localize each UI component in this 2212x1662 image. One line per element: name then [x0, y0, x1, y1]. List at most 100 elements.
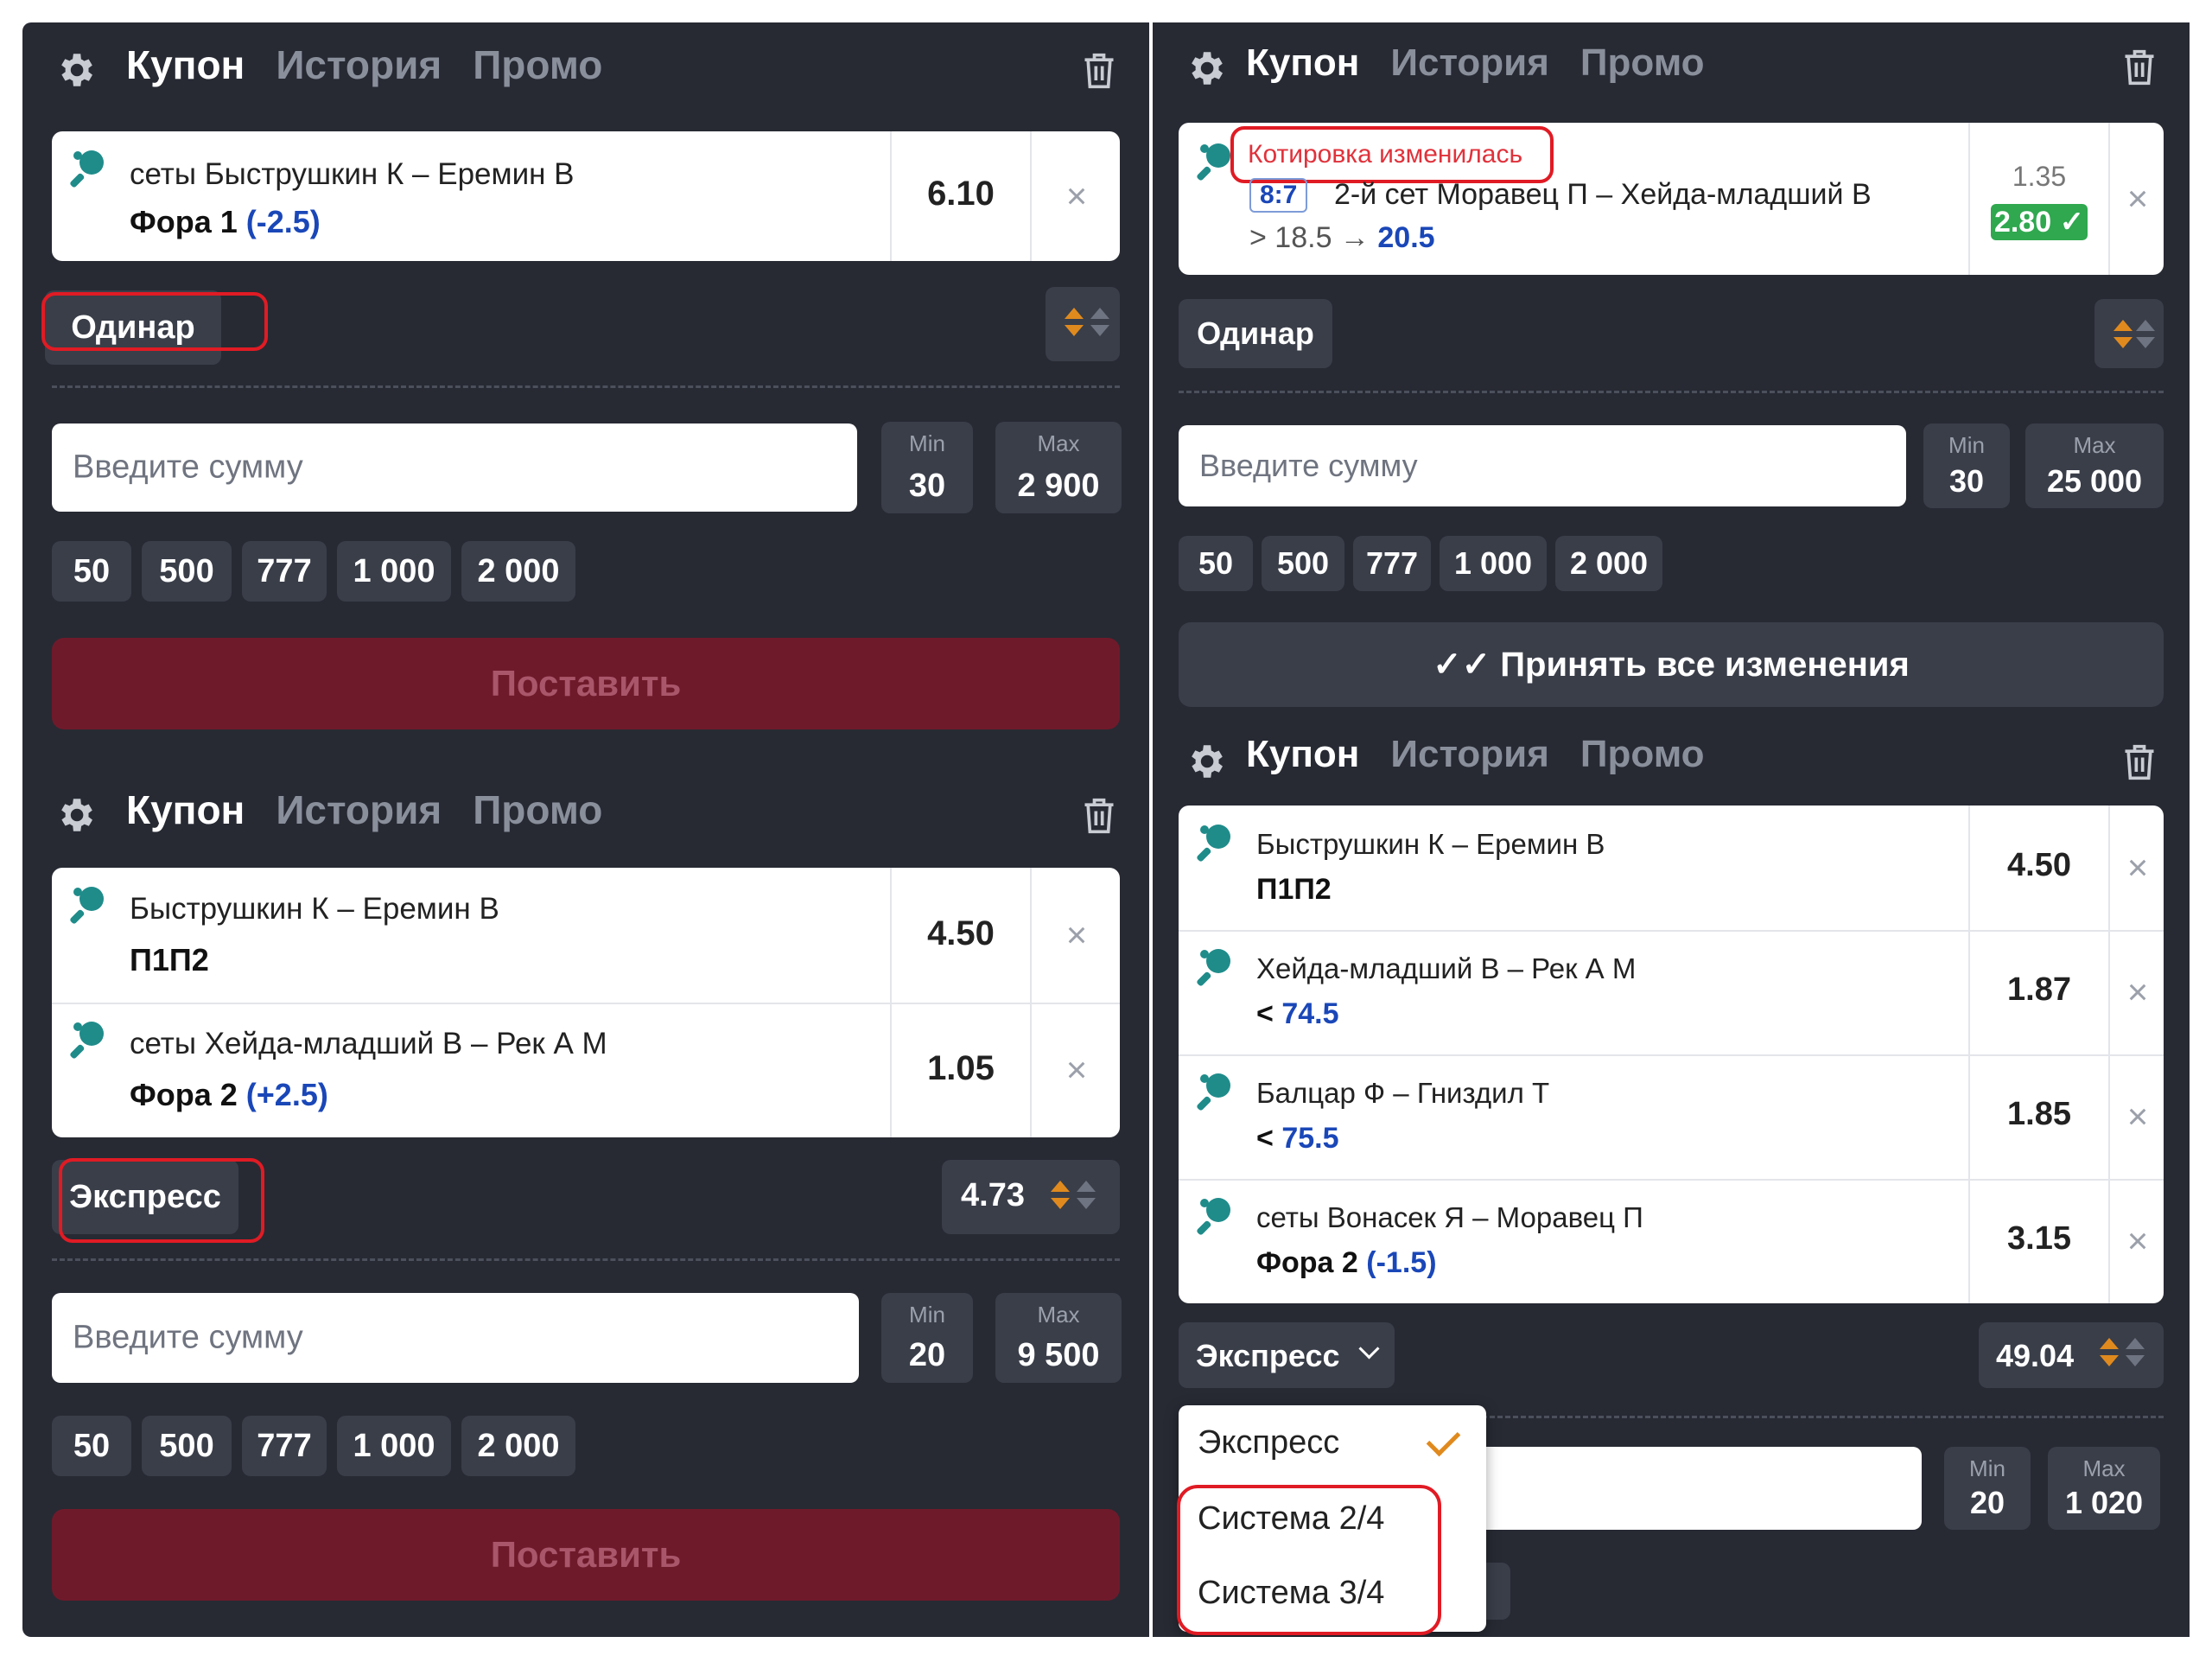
gear-icon[interactable]	[1184, 47, 1227, 90]
tab-coupon[interactable]: Купон	[126, 41, 245, 88]
market-line: Фора 2 (-1.5)	[1256, 1246, 1437, 1279]
odds-cell: 1.05	[890, 1003, 1032, 1137]
table-tennis-icon	[70, 150, 104, 188]
tab-promo[interactable]: Промо	[1580, 41, 1705, 85]
quick-stake-777[interactable]: 777	[242, 1416, 327, 1476]
bet-type-select[interactable]: Экспресс	[1179, 1322, 1395, 1388]
tab-history[interactable]: История	[1390, 733, 1549, 776]
sort-toggle[interactable]	[2094, 299, 2164, 368]
sort-toggle[interactable]	[1046, 287, 1120, 361]
max-stake: Max 9 500	[995, 1293, 1122, 1383]
tab-history[interactable]: История	[1390, 41, 1549, 85]
highlight-ring	[1230, 126, 1554, 183]
market-line: Фора 2 (+2.5)	[130, 1077, 328, 1112]
tab-coupon[interactable]: Купон	[126, 786, 245, 833]
max-stake: Max 2 900	[995, 422, 1122, 513]
max-stake: Max 25 000	[2025, 423, 2164, 508]
close-icon[interactable]: ×	[2112, 123, 2164, 275]
event-name: Быструшкин К – Еремин В	[130, 892, 499, 926]
gear-icon[interactable]	[54, 48, 97, 92]
divider	[52, 385, 1120, 388]
accept-changes-button[interactable]: ✓✓ Принять все изменения	[1179, 622, 2164, 707]
quick-stake-777[interactable]: 777	[242, 541, 327, 602]
quick-stake-2000[interactable]: 2 000	[461, 541, 575, 602]
live-score: 8:7	[1249, 178, 1308, 213]
place-bet-button[interactable]: Поставить	[52, 638, 1120, 729]
highlight-ring	[1177, 1485, 1441, 1635]
tab-history[interactable]: История	[276, 786, 442, 833]
coupon-header: Купон История Промо	[22, 767, 1149, 863]
quick-stake-777[interactable]: 777	[1353, 536, 1431, 591]
place-bet-button[interactable]: Поставить	[52, 1509, 1120, 1601]
quick-stake-1000[interactable]: 1 000	[337, 541, 451, 602]
event-name: сеты Хейда-младший В – Рек А М	[130, 1027, 607, 1060]
bet-type-button[interactable]: Одинар	[1179, 299, 1332, 368]
odds-cell: 3.15	[1968, 1179, 2110, 1303]
bet-item: сеты Быструшкин К – Еремин В Фора 1 (-2.…	[52, 131, 1120, 261]
close-icon[interactable]: ×	[1033, 868, 1120, 1003]
trash-icon[interactable]	[1080, 50, 1118, 92]
bet-item: сеты Вонасек Я – Моравец П Фора 2 (-1.5)…	[1179, 1179, 2164, 1303]
bet-item: Балцар Ф – Гниздил Т < 75.5 1.85 ×	[1179, 1054, 2164, 1181]
trash-icon[interactable]	[2120, 47, 2158, 88]
quick-stake-50[interactable]: 50	[52, 541, 131, 602]
trash-icon[interactable]	[1080, 795, 1118, 837]
event-name: сеты Быструшкин К – Еремин В	[130, 157, 575, 191]
close-icon[interactable]: ×	[2112, 1054, 2164, 1179]
close-icon[interactable]: ×	[2112, 930, 2164, 1054]
event-name: 2-й сет Моравец П – Хейда-младший В	[1334, 178, 1872, 211]
total-odds: 4.73	[942, 1160, 1120, 1234]
odds-value: 3.15	[2007, 1220, 2071, 1257]
tab-history[interactable]: История	[276, 41, 442, 88]
quick-stake-500[interactable]: 500	[1262, 536, 1344, 591]
quick-stake-1000[interactable]: 1 000	[337, 1416, 451, 1476]
bet-list: Быструшкин К – Еремин В П1П2 4.50 × Хейд…	[1179, 806, 2164, 1303]
table-tennis-icon	[70, 887, 104, 924]
close-icon[interactable]: ×	[2112, 806, 2164, 930]
quick-stake-2000[interactable]: 2 000	[1555, 536, 1662, 591]
tab-promo[interactable]: Промо	[1580, 733, 1705, 776]
tab-coupon[interactable]: Купон	[1246, 41, 1359, 85]
check-icon: ✓	[2051, 206, 2085, 239]
bet-item: Хейда-младший В – Рек А М < 74.5 1.87 ×	[1179, 930, 2164, 1056]
stake-input[interactable]: Введите сумму	[52, 423, 857, 512]
check-icon	[1426, 1422, 1461, 1457]
bet-list: сеты Быструшкин К – Еремин В Фора 1 (-2.…	[52, 131, 1120, 261]
dropdown-option-express[interactable]: Экспресс	[1198, 1424, 1339, 1461]
quick-stake-2000[interactable]: 2 000	[461, 1416, 575, 1476]
tab-promo[interactable]: Промо	[473, 786, 602, 833]
odds-value: 4.50	[927, 914, 995, 952]
min-stake: Min 20	[1944, 1447, 2031, 1530]
close-icon[interactable]: ×	[1033, 131, 1120, 261]
quick-stake-500[interactable]: 500	[142, 1416, 232, 1476]
quick-stake-500[interactable]: 500	[142, 541, 232, 602]
stake-input[interactable]: Введите сумму	[52, 1293, 859, 1383]
odds-value: 1.87	[2007, 971, 2071, 1008]
market-line: < 75.5	[1256, 1122, 1339, 1155]
quick-stake-1000[interactable]: 1 000	[1440, 536, 1547, 591]
close-icon[interactable]: ×	[2112, 1179, 2164, 1303]
tab-coupon[interactable]: Купон	[1246, 733, 1359, 776]
event-name: сеты Вонасек Я – Моравец П	[1256, 1201, 1643, 1233]
bet-item: Быструшкин К – Еремин В П1П2 4.50 ×	[52, 868, 1120, 1004]
odds-cell: 4.50	[1968, 806, 2110, 930]
gear-icon[interactable]	[54, 793, 97, 837]
tab-promo[interactable]: Промо	[473, 41, 602, 88]
quick-stake-50[interactable]: 50	[1179, 536, 1253, 591]
highlight-ring	[41, 292, 268, 351]
quick-stake-50[interactable]: 50	[52, 1416, 131, 1476]
close-icon[interactable]: ×	[1033, 1003, 1120, 1137]
event-name: Быструшкин К – Еремин В	[1256, 828, 1605, 860]
table-tennis-icon	[1197, 949, 1230, 986]
odds-value: 6.10	[927, 175, 995, 213]
event-name: Хейда-младший В – Рек А М	[1256, 952, 1637, 984]
divider	[1179, 391, 2164, 393]
trash-icon[interactable]	[2120, 742, 2158, 783]
gear-icon[interactable]	[1184, 740, 1227, 783]
odds-cell: 4.50	[890, 868, 1032, 1003]
bet-item: сеты Хейда-младший В – Рек А М Фора 2 (+…	[52, 1003, 1120, 1137]
coupon-header: Купон История Промо	[1153, 714, 2190, 809]
stake-input[interactable]: Введите сумму	[1179, 425, 1906, 506]
odds-value: 1.05	[927, 1049, 995, 1087]
bet-list: Котировка изменилась 8:7 2-й сет Моравец…	[1179, 123, 2164, 275]
